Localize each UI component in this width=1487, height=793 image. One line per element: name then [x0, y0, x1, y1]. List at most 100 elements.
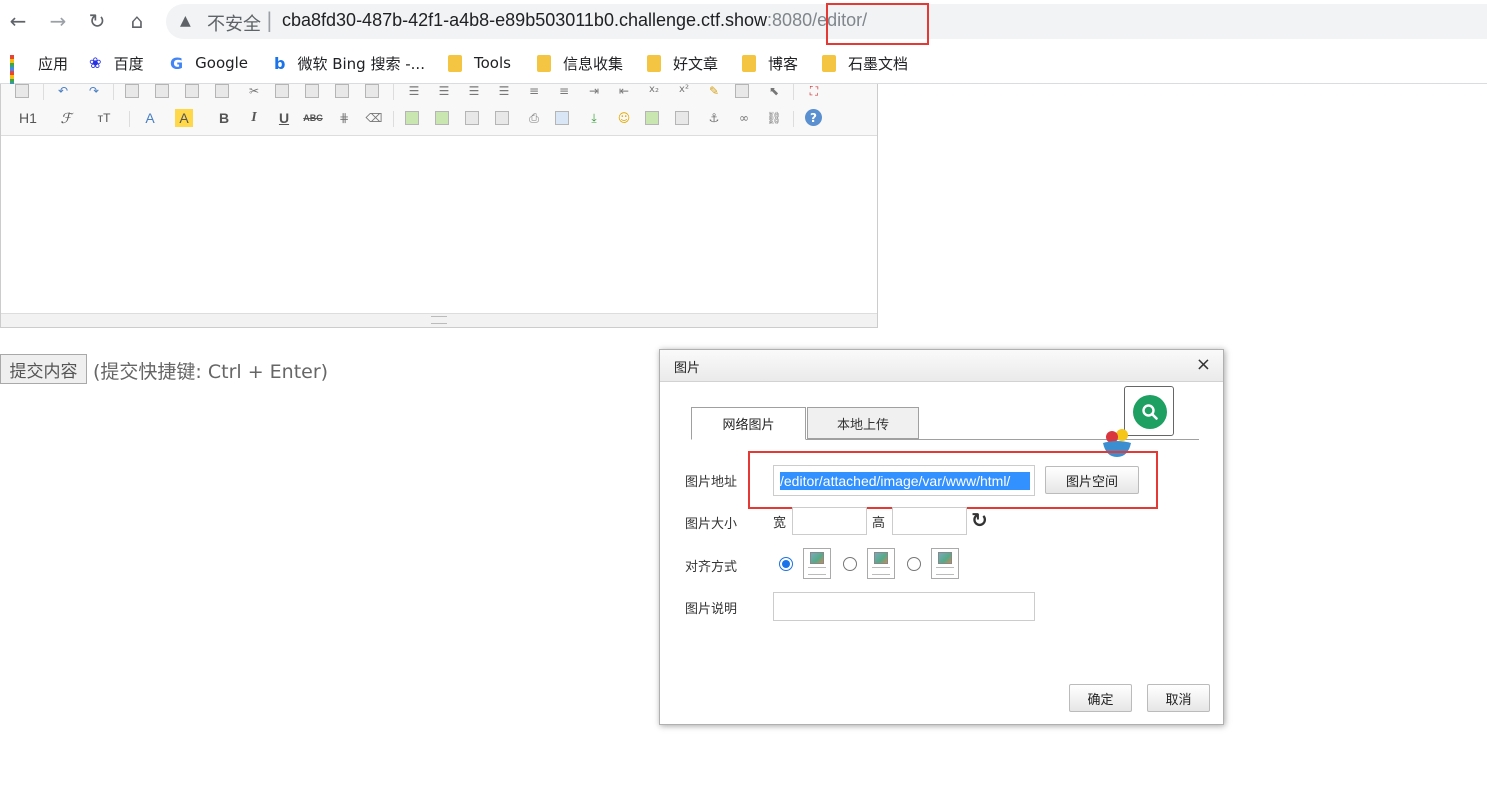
bookmark-folder-articles[interactable]: 好文章	[647, 52, 718, 74]
media-icon[interactable]	[495, 111, 509, 125]
link-icon[interactable]: ∞	[735, 109, 753, 127]
bookmark-baidu[interactable]: ❀ 百度	[89, 52, 144, 74]
align-justify-icon[interactable]: ☰	[495, 82, 513, 100]
italic-icon[interactable]: I	[245, 109, 263, 127]
print-icon[interactable]	[155, 84, 169, 98]
url-text[interactable]: cba8fd30-487b-42f1-a4b8-e89b503011b0.cha…	[282, 10, 867, 31]
undo-icon[interactable]: ↶	[54, 82, 72, 100]
flash-icon[interactable]	[465, 111, 479, 125]
preview-icon[interactable]	[125, 84, 139, 98]
bookmark-bing[interactable]: b 微软 Bing 搜索 -...	[274, 52, 425, 74]
height-input[interactable]	[892, 507, 967, 535]
superscript-icon[interactable]: x²	[675, 80, 693, 98]
dialog-title: 图片	[674, 361, 701, 376]
underline-icon[interactable]: U	[275, 109, 293, 127]
width-input[interactable]	[792, 507, 867, 535]
paste-word-icon[interactable]	[365, 84, 379, 98]
width-label: 宽	[773, 516, 787, 531]
align-default-radio[interactable]	[779, 557, 793, 571]
close-icon[interactable]: ×	[1196, 354, 1211, 375]
fullscreen-icon[interactable]: ⛶	[805, 82, 823, 100]
select-all-icon[interactable]: ⬉	[765, 82, 783, 100]
dialog-header[interactable]: 图片 ×	[660, 350, 1223, 382]
not-secure-warning-icon[interactable]: ▲	[180, 13, 191, 29]
redo-icon[interactable]: ↷	[85, 82, 103, 100]
paste-icon[interactable]	[305, 84, 319, 98]
outdent-icon[interactable]: ⇤	[615, 82, 633, 100]
help-icon[interactable]: ?	[805, 109, 822, 126]
bookmark-folder-tools[interactable]: Tools	[448, 52, 511, 74]
tab-network-image[interactable]: 网络图片	[691, 407, 806, 440]
home-icon[interactable]: ⌂	[124, 8, 150, 34]
unlink-icon[interactable]: ⛓	[765, 109, 783, 127]
align-left-icon[interactable]	[867, 548, 895, 579]
submit-content-button[interactable]: 提交内容	[0, 354, 87, 384]
bookmark-label: Tools	[474, 54, 511, 72]
cancel-button[interactable]: 取消	[1147, 684, 1210, 712]
tab-local-upload[interactable]: 本地上传	[807, 407, 919, 439]
paste-plain-icon[interactable]	[335, 84, 349, 98]
clear-format-icon[interactable]: ✎	[705, 82, 723, 100]
image-description-input[interactable]	[773, 592, 1035, 621]
rich-text-editor: ↶ ↷ ✂ ☰ ☰ ☰ ☰ ≡ ≡ ⇥ ⇤ x₂ x² ✎ ⬉ ⛶ H1 ℱ т…	[0, 84, 878, 328]
editor-content-area[interactable]	[1, 136, 877, 313]
highlight-color-icon[interactable]: A	[175, 109, 193, 127]
bookmark-folder-shimo[interactable]: 石墨文档	[822, 52, 908, 74]
align-center-icon[interactable]: ☰	[435, 82, 453, 100]
code-icon[interactable]	[215, 84, 229, 98]
line-height-icon[interactable]: ⋕	[335, 109, 353, 127]
align-right-icon[interactable]	[931, 548, 959, 579]
copy-icon[interactable]	[275, 84, 289, 98]
font-size-dropdown[interactable]: тT	[91, 109, 117, 127]
bookmark-label: Google	[195, 54, 249, 72]
forward-arrow-icon[interactable]: →	[45, 8, 71, 34]
magnifier-icon[interactable]	[1133, 395, 1167, 429]
baidu-map-icon[interactable]	[645, 111, 659, 125]
security-label[interactable]: 不安全	[207, 10, 261, 36]
multi-image-icon[interactable]	[435, 111, 449, 125]
ok-button[interactable]: 确定	[1069, 684, 1132, 712]
reset-size-icon[interactable]: ↻	[971, 508, 988, 532]
emoticon-icon[interactable]: ☺	[615, 109, 633, 127]
unordered-list-icon[interactable]: ≡	[555, 82, 573, 100]
toolbar-separator	[793, 84, 794, 100]
subscript-icon[interactable]: x₂	[645, 80, 663, 98]
align-right-icon[interactable]: ☰	[465, 82, 483, 100]
table-icon[interactable]	[555, 111, 569, 125]
indent-icon[interactable]: ⇥	[585, 82, 603, 100]
align-left-radio[interactable]	[843, 557, 857, 571]
template-icon[interactable]	[185, 84, 199, 98]
ordered-list-icon[interactable]: ≡	[525, 82, 543, 100]
bookmark-google[interactable]: G Google	[170, 52, 248, 74]
editor-resize-bar[interactable]	[1, 313, 877, 327]
back-arrow-icon[interactable]: ←	[5, 8, 31, 34]
folder-icon	[822, 54, 836, 72]
reload-icon[interactable]: ↻	[84, 8, 110, 34]
align-left-icon[interactable]: ☰	[405, 82, 423, 100]
image-icon[interactable]	[405, 111, 419, 125]
bookmark-apps[interactable]: 应用	[10, 52, 68, 91]
bookmark-folder-info[interactable]: 信息收集	[537, 52, 623, 74]
attachment-icon[interactable]: ⎙	[525, 109, 543, 127]
image-description-label: 图片说明	[685, 602, 738, 617]
editor-toolbar: ↶ ↷ ✂ ☰ ☰ ☰ ☰ ≡ ≡ ⇥ ⇤ x₂ x² ✎ ⬉ ⛶ H1 ℱ т…	[1, 84, 877, 136]
bold-icon[interactable]: B	[215, 109, 233, 127]
bookmark-folder-blog[interactable]: 博客	[742, 52, 798, 74]
remove-format-icon[interactable]: ⌫	[365, 109, 383, 127]
font-family-dropdown[interactable]: ℱ	[53, 109, 79, 127]
cut-icon[interactable]: ✂	[245, 82, 263, 100]
height-label: 高	[872, 516, 886, 531]
heading-dropdown[interactable]: H1	[13, 109, 43, 127]
align-default-icon[interactable]	[803, 548, 831, 579]
resize-grip-icon[interactable]	[431, 316, 447, 324]
page-break-icon[interactable]	[675, 111, 689, 125]
font-color-icon[interactable]: A	[141, 109, 159, 127]
strikethrough-icon[interactable]: ABC	[301, 109, 325, 127]
bookmark-label: 石墨文档	[848, 54, 909, 73]
toolbar-separator	[43, 84, 44, 100]
align-right-radio[interactable]	[907, 557, 921, 571]
anchor-icon[interactable]: ⚓	[705, 109, 723, 127]
horizontal-rule-icon[interactable]: ⤓	[585, 109, 603, 127]
source-icon[interactable]	[15, 84, 29, 98]
quick-format-icon[interactable]	[735, 84, 749, 98]
